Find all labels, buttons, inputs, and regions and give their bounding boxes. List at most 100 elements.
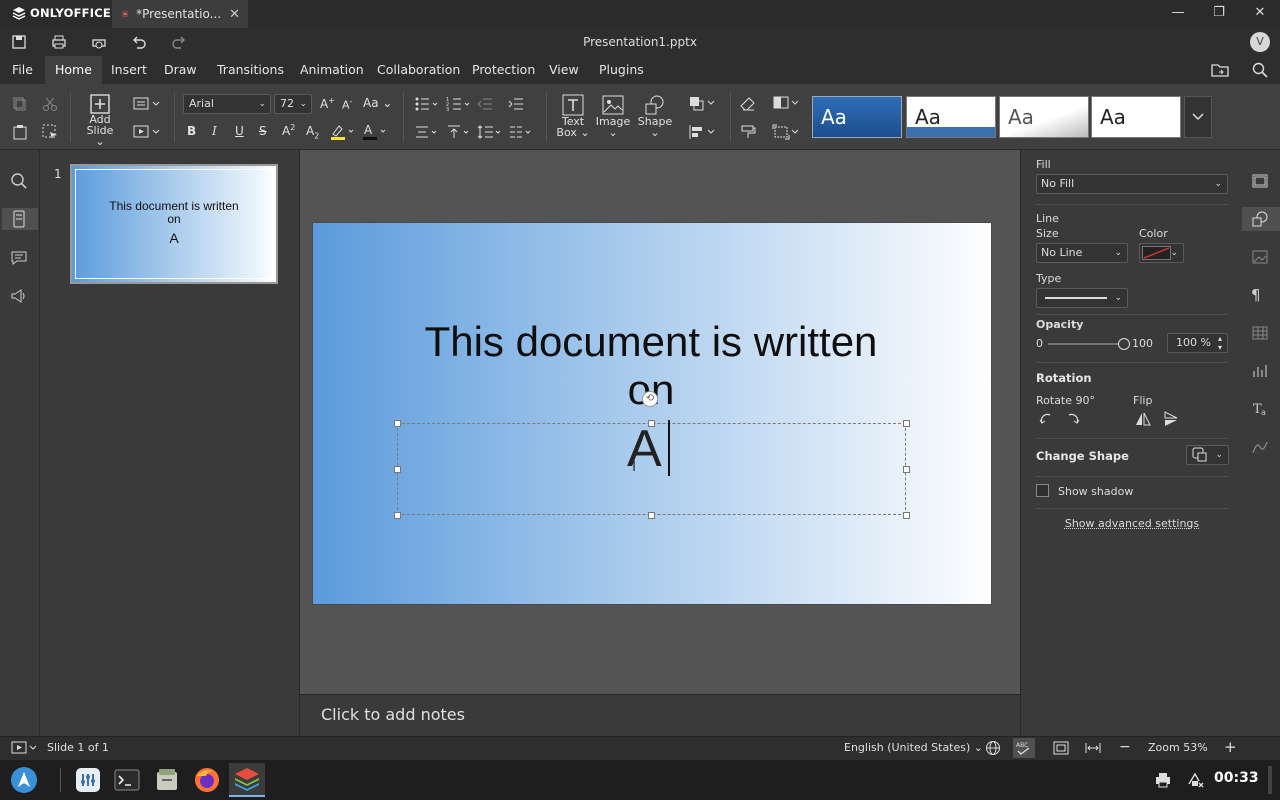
tab-insert[interactable]: Insert xyxy=(101,56,157,84)
opacity-slider-track[interactable] xyxy=(1048,343,1128,345)
numbering-icon[interactable]: 123 xyxy=(446,96,472,112)
paragraph-settings-icon[interactable]: ¶ xyxy=(1251,286,1271,306)
rotate-right-icon[interactable] xyxy=(1065,411,1081,427)
subscript-icon[interactable]: A2 xyxy=(306,124,319,140)
tab-plugins[interactable]: Plugins xyxy=(589,56,654,84)
image-settings-icon[interactable] xyxy=(1251,248,1271,268)
change-case-icon[interactable]: Aa ⌄ xyxy=(363,96,392,110)
user-avatar[interactable]: V xyxy=(1250,32,1270,52)
find-icon[interactable] xyxy=(10,172,30,192)
rotate-handle-icon[interactable]: ⟲ xyxy=(642,391,658,407)
open-file-location-icon[interactable] xyxy=(1211,62,1229,78)
resize-handle-bottom-right[interactable] xyxy=(903,512,910,519)
close-window-icon[interactable]: ✕ xyxy=(1250,5,1270,20)
font-name-select[interactable]: Arial ⌄ xyxy=(183,94,271,114)
tab-protection[interactable]: Protection xyxy=(462,56,545,84)
tab-collaboration[interactable]: Collaboration xyxy=(367,56,470,84)
align-shape-icon[interactable] xyxy=(688,124,718,140)
text-art-settings-icon[interactable]: Ta xyxy=(1251,400,1271,420)
firefox-app-icon[interactable] xyxy=(189,763,225,797)
color-scheme-icon[interactable] xyxy=(772,95,802,111)
feedback-icon[interactable] xyxy=(10,287,30,307)
opacity-input[interactable]: 100 % ▴ ▾ xyxy=(1167,333,1228,353)
resize-handle-top-left[interactable] xyxy=(394,420,401,427)
resize-handle-left[interactable] xyxy=(394,466,401,473)
resize-handle-right[interactable] xyxy=(903,466,910,473)
zoom-in-icon[interactable]: + xyxy=(1224,738,1237,756)
terminal-app-icon[interactable] xyxy=(109,763,145,797)
highlight-color-icon[interactable] xyxy=(330,123,356,141)
printer-tray-icon[interactable] xyxy=(1154,771,1172,789)
settings-app-icon[interactable] xyxy=(70,763,106,797)
cut-icon[interactable] xyxy=(42,96,58,112)
network-disconnected-icon[interactable] xyxy=(1185,771,1205,789)
tab-home[interactable]: Home xyxy=(45,56,102,84)
font-size-select[interactable]: 72 ⌄ xyxy=(274,94,312,114)
resize-handle-top[interactable] xyxy=(648,420,655,427)
tab-file[interactable]: File xyxy=(2,56,43,84)
line-type-select[interactable]: ⌄ xyxy=(1036,288,1128,308)
shape-settings-icon[interactable] xyxy=(1242,207,1280,231)
show-advanced-settings-link[interactable]: Show advanced settings xyxy=(1036,517,1228,530)
signature-settings-icon[interactable] xyxy=(1251,438,1271,458)
italic-icon[interactable]: I xyxy=(212,124,217,138)
line-spacing-icon[interactable] xyxy=(477,124,503,140)
select-all-icon[interactable] xyxy=(42,124,58,140)
show-shadow-checkbox[interactable] xyxy=(1036,484,1049,497)
tab-draw[interactable]: Draw xyxy=(154,56,207,84)
search-icon[interactable] xyxy=(1252,62,1268,78)
tab-transitions[interactable]: Transitions xyxy=(207,56,294,84)
themes-more-button[interactable] xyxy=(1184,96,1212,138)
add-slide-button[interactable]: Add Slide ⌄ xyxy=(82,94,118,147)
slideshow-options-icon[interactable] xyxy=(11,741,39,755)
line-size-select[interactable]: No Line ⌄ xyxy=(1036,243,1128,263)
decrease-font-icon[interactable]: A- xyxy=(342,97,352,112)
spell-check-icon[interactable]: ABC xyxy=(1013,738,1035,758)
zoom-out-icon[interactable]: − xyxy=(1119,739,1131,755)
paste-icon[interactable] xyxy=(12,124,28,140)
tab-animation[interactable]: Animation xyxy=(290,56,374,84)
shape-button[interactable]: Shape ⌄ xyxy=(637,94,673,138)
bullets-icon[interactable] xyxy=(414,96,440,112)
copy-style-icon[interactable] xyxy=(740,124,756,140)
start-menu-icon[interactable] xyxy=(6,763,42,797)
tab-view[interactable]: View xyxy=(539,56,589,84)
arrange-icon[interactable] xyxy=(688,95,718,111)
increase-font-icon[interactable]: A+ xyxy=(320,96,335,111)
theme-gray[interactable]: Aa xyxy=(999,96,1089,138)
print-icon[interactable] xyxy=(51,34,69,50)
copy-icon[interactable] xyxy=(12,96,28,112)
save-icon[interactable] xyxy=(11,34,29,50)
table-settings-icon[interactable] xyxy=(1251,324,1271,344)
resize-handle-bottom-left[interactable] xyxy=(394,512,401,519)
line-color-select[interactable]: ⌄ xyxy=(1139,243,1184,263)
slides-panel-icon[interactable] xyxy=(2,208,38,230)
chart-settings-icon[interactable] xyxy=(1251,362,1271,382)
flip-horizontal-icon[interactable] xyxy=(1135,411,1151,427)
minimize-icon[interactable]: — xyxy=(1168,5,1188,20)
slide-layout-icon[interactable] xyxy=(133,96,163,112)
redo-icon[interactable] xyxy=(171,34,189,50)
onlyoffice-app-icon[interactable] xyxy=(229,763,265,797)
slide-thumbnail[interactable]: This document is written on A xyxy=(70,164,278,284)
quick-print-icon[interactable] xyxy=(91,34,109,50)
comments-icon[interactable] xyxy=(10,249,30,269)
language-select[interactable]: English (United States) ⌄ xyxy=(844,741,983,754)
columns-icon[interactable] xyxy=(508,124,534,140)
strikethrough-icon[interactable]: S xyxy=(259,124,267,138)
resize-handle-top-right[interactable] xyxy=(903,420,910,427)
zoom-level[interactable]: Zoom 53% xyxy=(1148,741,1208,754)
font-color-icon[interactable]: A xyxy=(362,123,388,141)
maximize-icon[interactable]: ❐ xyxy=(1209,5,1229,20)
theme-office[interactable]: Aa xyxy=(906,96,996,138)
close-tab-icon[interactable]: ✕ xyxy=(229,7,240,22)
fit-to-width-icon[interactable] xyxy=(1085,740,1101,756)
horizontal-align-icon[interactable] xyxy=(414,124,440,140)
undo-icon[interactable] xyxy=(131,34,149,50)
clear-style-icon[interactable] xyxy=(740,96,756,112)
slide-canvas[interactable]: This document is written on A ⟲ I xyxy=(313,223,991,604)
image-button[interactable]: Image ⌄ xyxy=(595,94,631,138)
slide-settings-icon[interactable] xyxy=(1251,172,1271,192)
globe-icon[interactable] xyxy=(985,740,1001,756)
show-desktop-button[interactable] xyxy=(1268,766,1272,794)
